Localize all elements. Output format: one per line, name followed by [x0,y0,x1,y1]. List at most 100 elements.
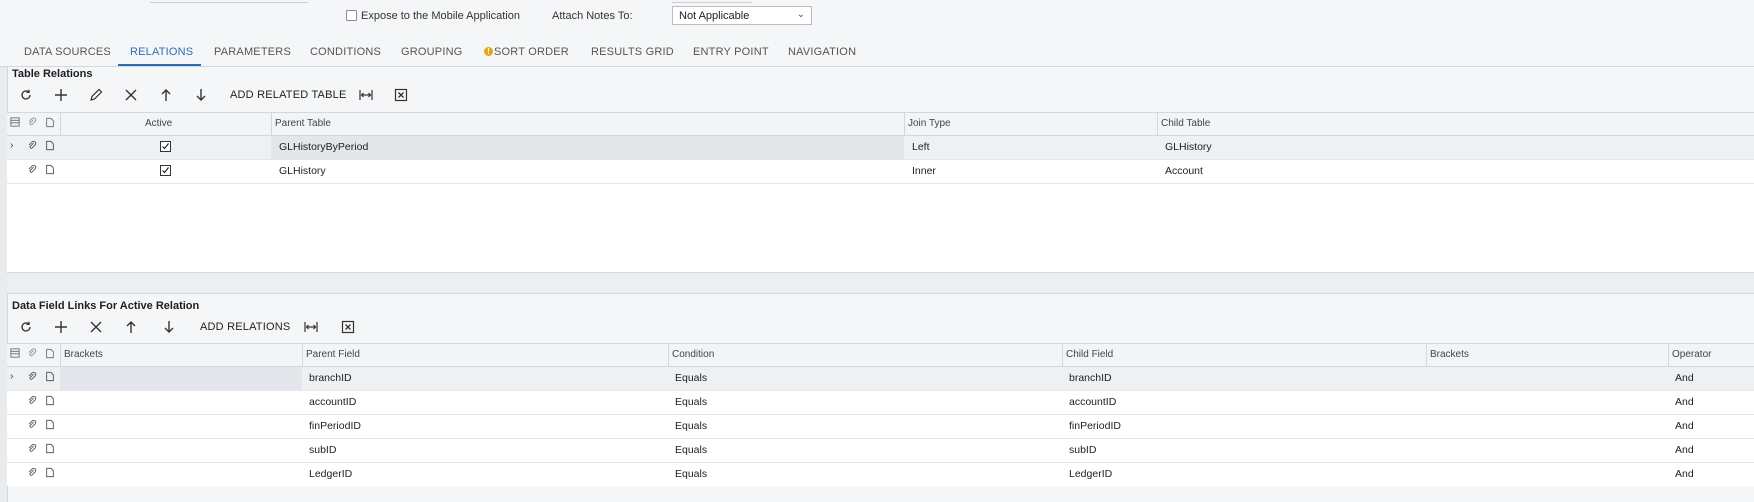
tab-results-grid[interactable]: RESULTS GRID [591,46,674,58]
grid-header: Active Parent Table Join Type Child Tabl… [7,113,1754,136]
tab-relations[interactable]: RELATIONS [130,46,193,58]
child-table-cell[interactable]: GLHistory [1165,141,1212,153]
note-icon[interactable] [45,164,57,178]
top-field-underline [150,0,308,3]
close-icon [90,321,102,333]
join-type-cell[interactable]: Inner [912,165,936,177]
note-icon[interactable] [45,443,57,457]
panel-splitter[interactable] [7,272,1754,294]
attach-notes-value: Not Applicable [679,10,750,22]
condition-cell[interactable]: Equals [675,468,707,480]
paperclip-icon[interactable] [27,140,39,154]
add-related-table-button[interactable]: ADD RELATED TABLE [230,89,347,101]
parent-field-cell[interactable]: finPeriodID [309,420,361,432]
col-header-parent-table[interactable]: Parent Table [275,118,331,129]
paperclip-icon[interactable] [27,371,39,385]
parent-field-cell[interactable]: branchID [309,372,352,384]
note-icon[interactable] [45,419,57,433]
refresh-button[interactable] [15,84,37,106]
operator-cell[interactable]: And [1675,468,1694,480]
tab-conditions[interactable]: CONDITIONS [310,46,381,58]
tab-parameters[interactable]: PARAMETERS [214,46,291,58]
tab-entry-point[interactable]: ENTRY POINT [693,46,769,58]
operator-cell[interactable]: And [1675,372,1694,384]
fit-columns-button[interactable] [300,316,322,338]
child-field-cell[interactable]: finPeriodID [1069,420,1121,432]
paperclip-icon[interactable] [27,164,39,178]
col-header-join-type[interactable]: Join Type [908,118,951,129]
col-header-active[interactable]: Active [145,118,172,129]
tab-grouping[interactable]: GROUPING [401,46,463,58]
note-icon[interactable] [45,467,57,481]
child-field-cell[interactable]: LedgerID [1069,468,1112,480]
col-header-brackets[interactable]: Brackets [64,349,103,360]
chevron-right-icon[interactable]: › [10,139,14,151]
table-row[interactable]: finPeriodID Equals finPeriodID And [7,415,1754,439]
paperclip-icon[interactable] [27,419,39,433]
move-up-button[interactable] [120,316,142,338]
child-field-cell[interactable]: accountID [1069,396,1116,408]
child-field-cell[interactable]: subID [1069,444,1096,456]
parent-table-cell[interactable]: GLHistoryByPeriod [279,141,368,153]
add-relations-button[interactable]: ADD RELATIONS [200,321,290,333]
brackets-cell[interactable] [60,367,302,390]
note-icon[interactable] [45,371,57,385]
expose-mobile-checkbox[interactable] [346,10,357,21]
condition-cell[interactable]: Equals [675,372,707,384]
note-icon[interactable] [45,395,57,409]
excel-export-icon [341,320,355,334]
condition-cell[interactable]: Equals [675,396,707,408]
table-row[interactable]: accountID Equals accountID And [7,391,1754,415]
fit-columns-button[interactable] [355,84,377,106]
col-header-child-table[interactable]: Child Table [1161,118,1210,129]
table-row[interactable]: GLHistory Inner Account [7,160,1754,184]
col-header-brackets-2[interactable]: Brackets [1430,349,1469,360]
refresh-button[interactable] [15,316,37,338]
paperclip-icon[interactable] [27,395,39,409]
paperclip-icon[interactable] [27,467,39,481]
pencil-icon [90,88,103,101]
child-field-cell[interactable]: branchID [1069,372,1112,384]
edit-button[interactable] [85,84,107,106]
active-checkbox[interactable] [160,165,171,176]
tab-sort-order[interactable]: ! SORT ORDER [484,46,569,58]
add-row-button[interactable] [50,316,72,338]
delete-button[interactable] [120,84,142,106]
join-type-cell[interactable]: Left [912,141,930,153]
parent-field-cell[interactable]: accountID [309,396,356,408]
plus-icon [55,89,67,101]
excel-export-button[interactable] [337,316,359,338]
col-header-child-field[interactable]: Child Field [1066,349,1113,360]
table-row[interactable]: subID Equals subID And [7,439,1754,463]
paperclip-icon[interactable] [27,443,39,457]
excel-export-button[interactable] [390,84,412,106]
note-icon[interactable] [45,140,57,154]
table-row[interactable]: LedgerID Equals LedgerID And [7,463,1754,486]
condition-cell[interactable]: Equals [675,420,707,432]
col-divider [1062,344,1063,366]
col-header-condition[interactable]: Condition [672,349,714,360]
col-header-parent-field[interactable]: Parent Field [306,349,360,360]
condition-cell[interactable]: Equals [675,444,707,456]
tab-navigation[interactable]: NAVIGATION [788,46,856,58]
parent-field-cell[interactable]: LedgerID [309,468,352,480]
tab-data-sources[interactable]: DATA SOURCES [24,46,111,58]
delete-button[interactable] [85,316,107,338]
table-row[interactable]: › branchID Equals branchID And [7,367,1754,391]
attachment-header-icon [27,348,39,362]
operator-cell[interactable]: And [1675,396,1694,408]
move-up-button[interactable] [155,84,177,106]
parent-table-cell[interactable]: GLHistory [279,165,326,177]
move-down-button[interactable] [190,84,212,106]
col-header-operator[interactable]: Operator [1672,349,1711,360]
attach-notes-select[interactable]: Not Applicable ⌄ [672,6,812,25]
chevron-right-icon[interactable]: › [10,370,14,382]
table-row[interactable]: › GLHistoryByPeriod Left GLHistory [7,136,1754,160]
active-checkbox[interactable] [160,141,171,152]
add-row-button[interactable] [50,84,72,106]
operator-cell[interactable]: And [1675,444,1694,456]
parent-field-cell[interactable]: subID [309,444,336,456]
move-down-button[interactable] [158,316,180,338]
child-table-cell[interactable]: Account [1165,165,1203,177]
operator-cell[interactable]: And [1675,420,1694,432]
